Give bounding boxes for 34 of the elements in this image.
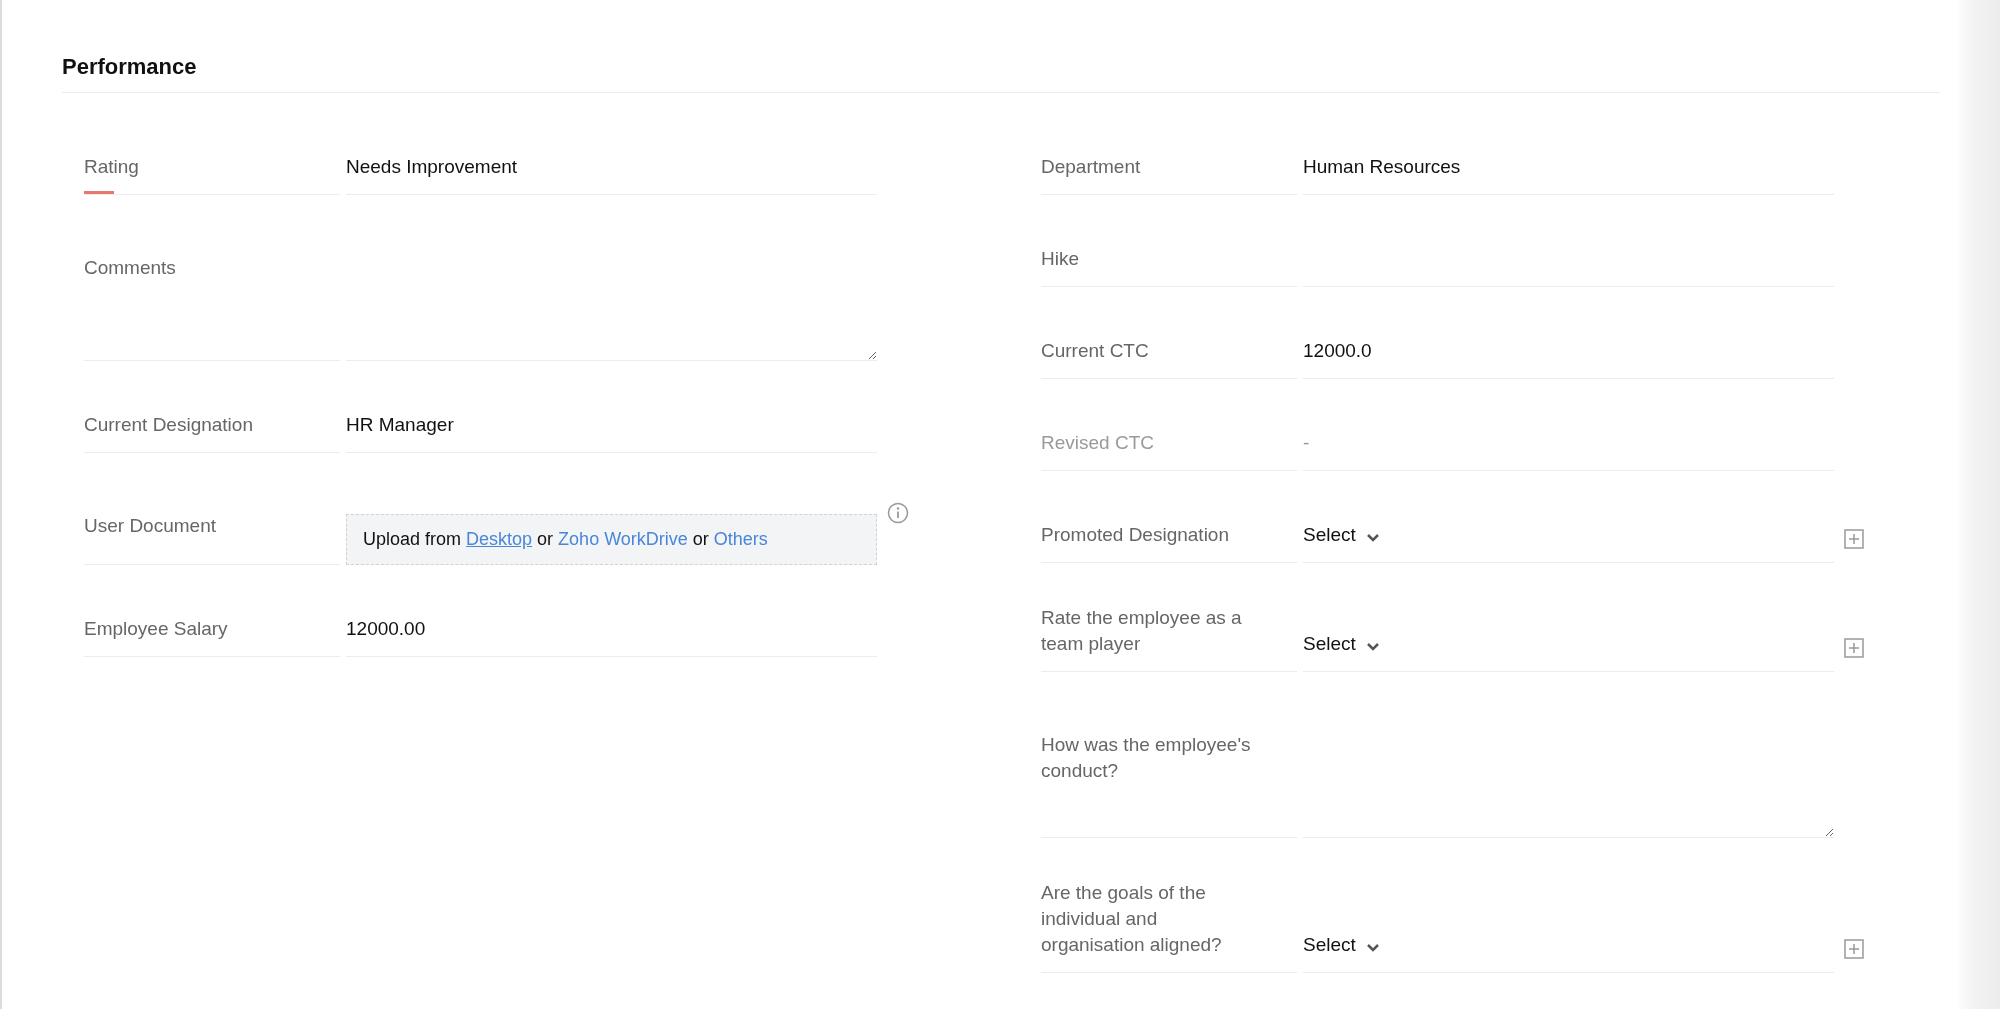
add-icon[interactable]	[1844, 529, 1864, 549]
upload-text: Upload from	[363, 529, 462, 550]
field-value: 12000.00	[346, 607, 877, 657]
chevron-icon	[1365, 642, 1380, 652]
field-label: Current Designation	[84, 414, 253, 435]
field-label: Comments	[84, 257, 176, 278]
field-label: How was the employee's conduct?	[1041, 734, 1251, 781]
field-label: Rating	[84, 156, 139, 177]
field-value: Needs Improvement	[346, 145, 877, 195]
select-dropdown[interactable]: Select	[1303, 513, 1834, 563]
add-icon[interactable]	[1844, 638, 1864, 658]
upload-text: or	[692, 529, 709, 550]
field-value: 12000.0	[1303, 329, 1834, 379]
section-title: Performance	[62, 54, 1940, 93]
upload-text: or	[537, 529, 554, 550]
field-label: Employee Salary	[84, 618, 228, 639]
field-value: -	[1303, 421, 1834, 471]
field-label: Hike	[1041, 248, 1079, 269]
info-icon[interactable]	[887, 502, 909, 524]
select-dropdown[interactable]: Select	[1303, 605, 1834, 672]
field-label: Revised CTC	[1041, 432, 1154, 453]
field-label: User Document	[84, 515, 216, 536]
chevron-icon	[1365, 943, 1380, 953]
focus-indicator	[84, 191, 114, 194]
field-label: Current CTC	[1041, 340, 1149, 361]
field-label: Rate the employee as a team player	[1041, 607, 1242, 654]
add-icon[interactable]	[1844, 939, 1864, 959]
field-value: Human Resources	[1303, 145, 1834, 195]
chevron-icon	[1365, 533, 1380, 543]
select-dropdown[interactable]: Select	[1303, 880, 1834, 973]
field-label: Department	[1041, 156, 1141, 177]
field-label: Are the goals of the individual and organisation aligned?	[1041, 882, 1222, 955]
field-value: HR Manager	[346, 403, 877, 453]
field-label: Promoted Designation	[1041, 524, 1229, 545]
